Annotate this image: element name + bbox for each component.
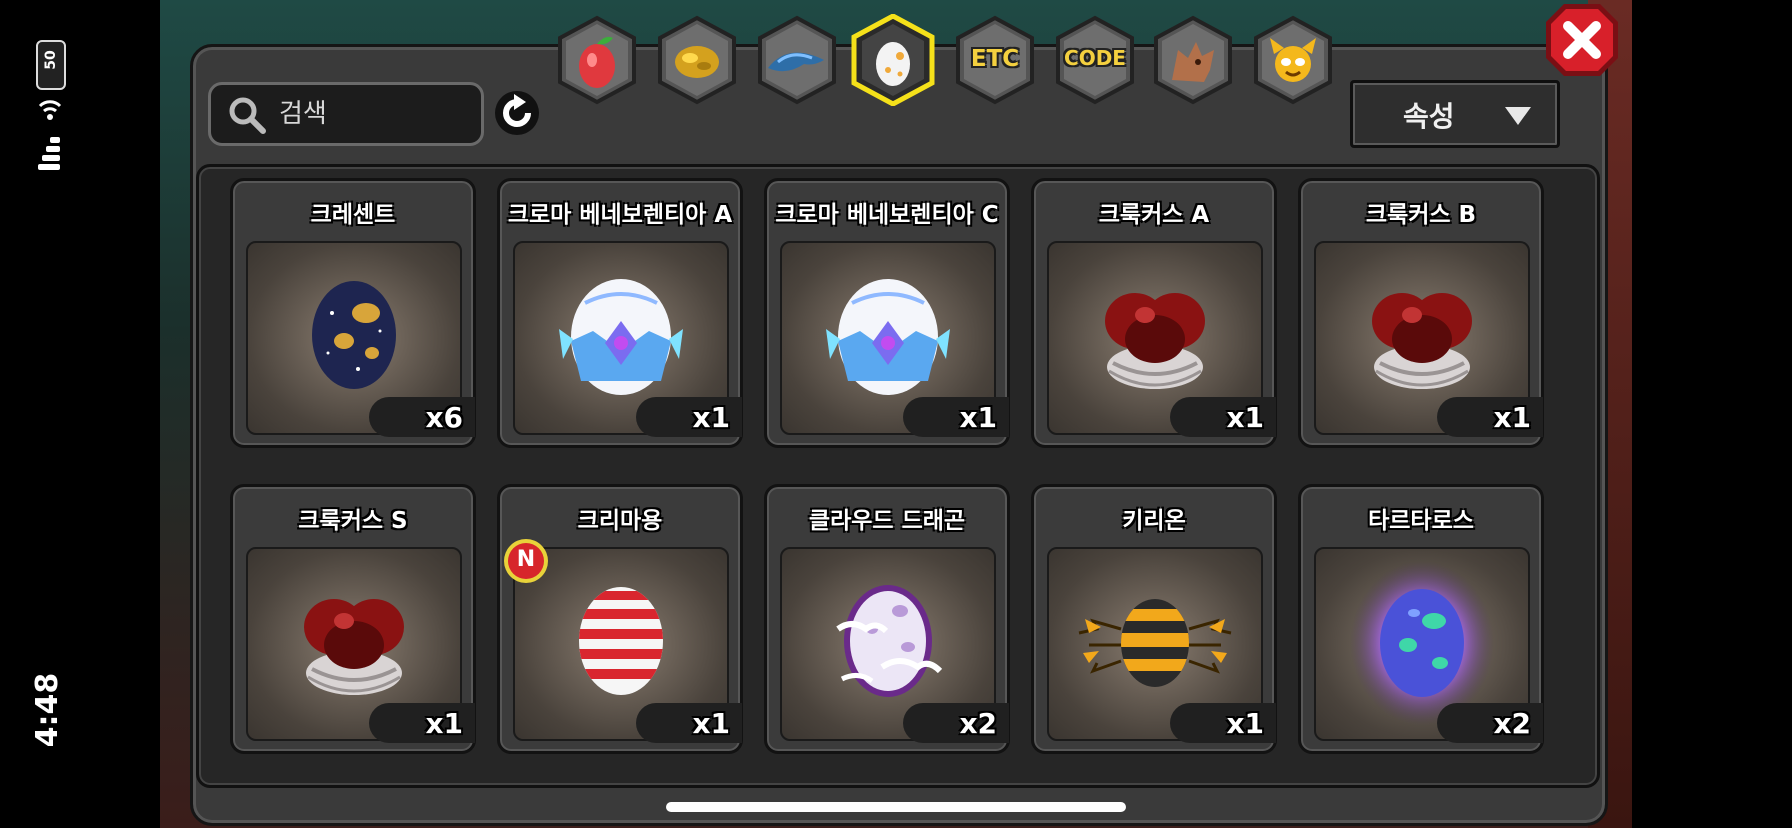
item-card[interactable]: 크룩커스 S x1	[230, 484, 476, 754]
quantity-badge: x6	[369, 397, 475, 437]
new-badge-label: N	[516, 547, 536, 572]
search-box[interactable]	[208, 82, 484, 146]
item-quantity: x1	[959, 401, 997, 434]
wifi-icon	[38, 100, 62, 120]
item-name: 크룩커스 B	[1365, 201, 1477, 228]
tab-etc[interactable]: ETC	[952, 14, 1038, 106]
item-quantity: x6	[425, 401, 463, 434]
dragon-head-icon	[1154, 15, 1232, 105]
quantity-badge: x2	[1437, 703, 1543, 743]
blue-dragon-icon	[758, 15, 836, 105]
sort-label: 속성	[1403, 100, 1455, 133]
item-quantity: x1	[1226, 401, 1264, 434]
cellular-signal-icon	[38, 137, 60, 170]
tab-monster[interactable]	[1250, 14, 1336, 106]
item-name: 타르타로스	[1368, 507, 1474, 534]
item-quantity: x1	[692, 401, 730, 434]
item-card[interactable]: 크레센트 x6	[230, 178, 476, 448]
fruit-icon	[558, 15, 636, 105]
tab-egg[interactable]	[850, 14, 936, 106]
item-card[interactable]: 크룩커스 A x1	[1031, 178, 1277, 448]
quantity-badge: x1	[636, 703, 742, 743]
item-quantity: x2	[1493, 707, 1531, 740]
tab-etc-label: ETC	[970, 46, 1020, 72]
refresh-icon[interactable]	[492, 88, 542, 138]
battery-level: 50	[43, 50, 59, 70]
yellow-monster-icon	[1254, 15, 1332, 105]
clock: 4:48	[30, 672, 65, 748]
item-card[interactable]: 크리마용 x1 N	[497, 484, 743, 754]
item-quantity: x2	[959, 707, 997, 740]
item-name: 클라우드 드래곤	[808, 507, 966, 534]
search-icon	[229, 97, 266, 134]
tab-fruit[interactable]	[554, 14, 640, 106]
quantity-badge: x2	[903, 703, 1009, 743]
item-quantity: x1	[1493, 401, 1531, 434]
egg-icon	[851, 14, 935, 106]
tab-dragon-head[interactable]	[1150, 14, 1236, 106]
search-input[interactable]	[277, 93, 471, 135]
item-name: 크로마 베네보렌티아 A	[507, 201, 733, 228]
tab-code-label: CODE	[1064, 46, 1126, 70]
tab-dragon[interactable]	[754, 14, 840, 106]
close-icon[interactable]	[1544, 2, 1620, 78]
tab-code[interactable]: CODE	[1052, 14, 1138, 106]
item-card[interactable]: 크로마 베네보렌티아 A x1	[497, 178, 743, 448]
item-card[interactable]: 타르타로스 x2	[1298, 484, 1544, 754]
item-name: 크레센트	[310, 201, 396, 228]
status-bar: 50 4:48	[0, 0, 160, 828]
quantity-badge: x1	[1170, 397, 1276, 437]
item-quantity: x1	[692, 707, 730, 740]
battery-icon: 50	[36, 40, 66, 90]
quantity-badge: x1	[369, 703, 475, 743]
item-card[interactable]: 크로마 베네보렌티아 C x1	[764, 178, 1010, 448]
item-name: 크룩커스 A	[1098, 201, 1210, 228]
item-name: 크룩커스 S	[298, 507, 408, 534]
quantity-badge: x1	[636, 397, 742, 437]
item-name: 크로마 베네보렌티아 C	[775, 201, 999, 228]
chevron-down-icon	[1505, 107, 1531, 125]
new-badge: N	[502, 537, 550, 585]
item-quantity: x1	[1226, 707, 1264, 740]
quantity-badge: x1	[1170, 703, 1276, 743]
quantity-badge: x1	[1437, 397, 1543, 437]
item-quantity: x1	[425, 707, 463, 740]
item-card[interactable]: 키리온 x1	[1031, 484, 1277, 754]
sort-dropdown[interactable]: 속성	[1350, 80, 1560, 148]
home-indicator[interactable]	[666, 802, 1126, 812]
quantity-badge: x1	[903, 397, 1009, 437]
gold-ore-icon	[658, 15, 736, 105]
item-name: 키리온	[1122, 507, 1186, 534]
item-card[interactable]: 크룩커스 B x1	[1298, 178, 1544, 448]
item-card[interactable]: 클라우드 드래곤 x2	[764, 484, 1010, 754]
tab-gold-ore[interactable]	[654, 14, 740, 106]
